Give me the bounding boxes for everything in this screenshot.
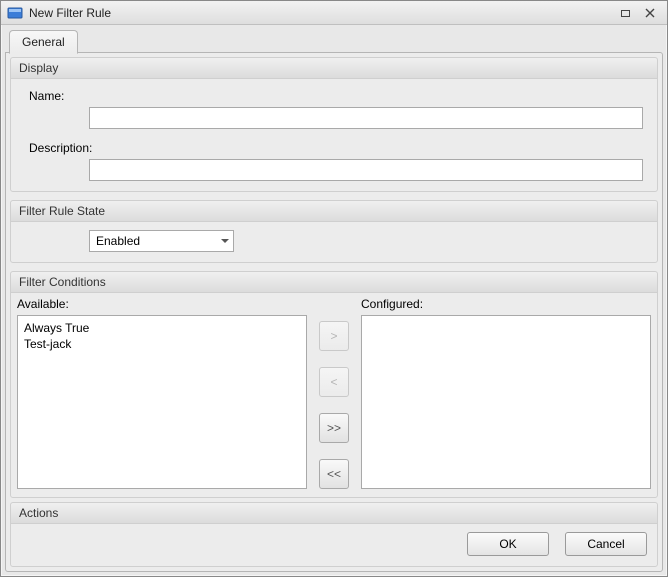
move-right-button[interactable]: > bbox=[319, 321, 349, 351]
group-conditions-heading: Filter Conditions bbox=[11, 272, 657, 293]
group-conditions: Filter Conditions Available: Configured:… bbox=[10, 271, 658, 498]
titlebar: New Filter Rule bbox=[1, 1, 667, 25]
client-area: General Display Name: Description: bbox=[1, 25, 667, 576]
group-state: Filter Rule State Enabled bbox=[10, 200, 658, 263]
move-left-button[interactable]: < bbox=[319, 367, 349, 397]
group-actions: Actions OK Cancel bbox=[10, 502, 658, 567]
description-label: Description: bbox=[19, 139, 89, 155]
restore-button[interactable] bbox=[615, 4, 637, 22]
close-button[interactable] bbox=[639, 4, 661, 22]
name-input[interactable] bbox=[89, 107, 643, 129]
move-all-left-button[interactable]: << bbox=[319, 459, 349, 489]
available-label: Available: bbox=[17, 297, 307, 311]
configured-label: Configured: bbox=[361, 297, 651, 311]
name-label: Name: bbox=[19, 87, 89, 103]
tab-general[interactable]: General bbox=[9, 30, 78, 54]
group-display-heading: Display bbox=[11, 58, 657, 79]
configured-listbox[interactable] bbox=[361, 315, 651, 489]
list-item[interactable]: Test-jack bbox=[24, 336, 300, 352]
ok-button[interactable]: OK bbox=[467, 532, 549, 556]
tabstrip: General bbox=[5, 29, 663, 53]
transfer-buttons: > < >> << bbox=[315, 315, 353, 489]
available-listbox[interactable]: Always TrueTest-jack bbox=[17, 315, 307, 489]
dialog-window: New Filter Rule General Display Name: bbox=[0, 0, 668, 577]
group-state-heading: Filter Rule State bbox=[11, 201, 657, 222]
window-title: New Filter Rule bbox=[29, 6, 111, 20]
description-input[interactable] bbox=[89, 159, 643, 181]
cancel-button[interactable]: Cancel bbox=[565, 532, 647, 556]
move-all-right-button[interactable]: >> bbox=[319, 413, 349, 443]
group-actions-heading: Actions bbox=[11, 503, 657, 524]
tab-panel: Display Name: Description: bbox=[5, 52, 663, 572]
chevron-down-icon bbox=[221, 239, 229, 243]
list-item[interactable]: Always True bbox=[24, 320, 300, 336]
state-select[interactable]: Enabled bbox=[89, 230, 234, 252]
app-icon bbox=[7, 5, 23, 21]
state-select-value: Enabled bbox=[96, 233, 140, 249]
group-display: Display Name: Description: bbox=[10, 57, 658, 192]
